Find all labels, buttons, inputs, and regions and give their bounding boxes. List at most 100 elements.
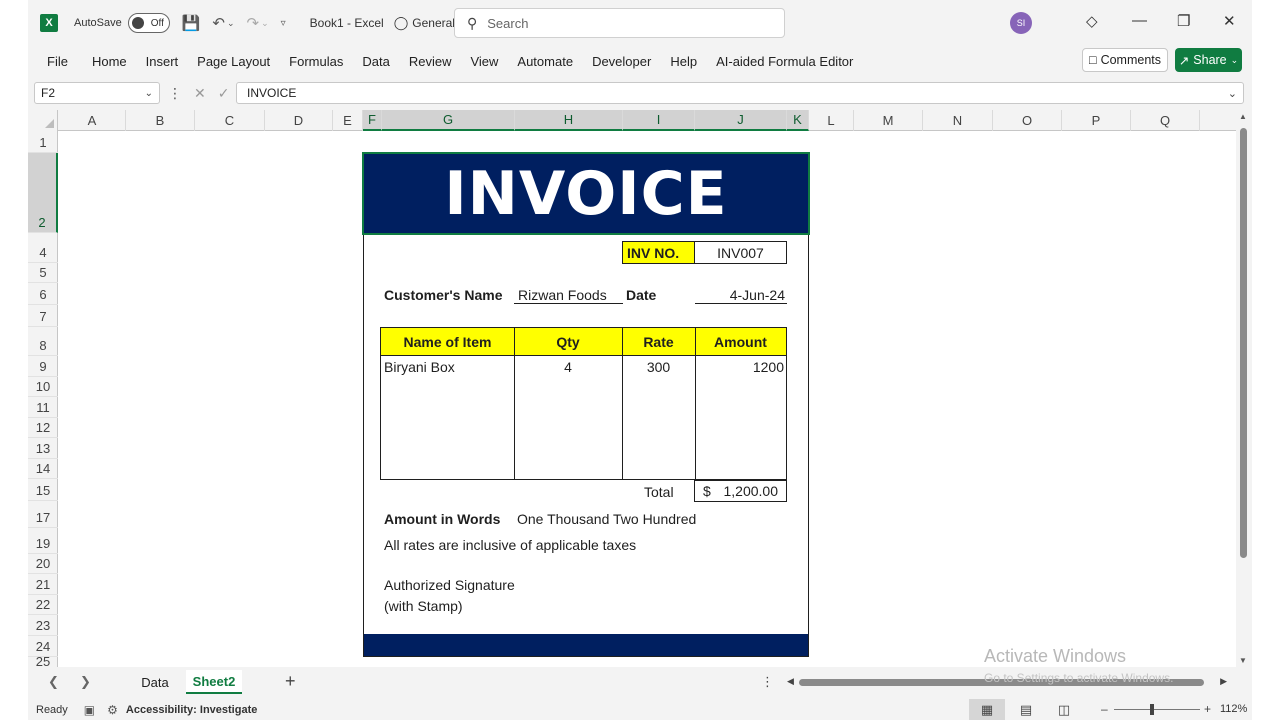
row-header[interactable]: 14 — [28, 459, 58, 479]
column-header[interactable]: I — [623, 110, 695, 131]
column-header[interactable]: N — [923, 110, 993, 131]
tab-developer[interactable]: Developer — [592, 54, 651, 69]
scroll-left-icon[interactable]: ◀ — [787, 676, 794, 687]
accessibility-status[interactable]: Accessibility: Investigate — [126, 704, 257, 716]
invoice-title[interactable]: INVOICE — [362, 152, 810, 235]
comments-button[interactable]: □ Comments — [1082, 48, 1168, 72]
row-header[interactable]: 5 — [28, 263, 58, 283]
column-header[interactable]: C — [195, 110, 265, 131]
tax-note[interactable]: All rates are inclusive of applicable ta… — [384, 537, 636, 553]
prev-sheet-icon[interactable]: ❮ — [48, 674, 59, 690]
item-name[interactable]: Biryani Box — [384, 359, 455, 375]
row-header[interactable]: 6 — [28, 283, 58, 305]
column-header[interactable]: D — [265, 110, 333, 131]
zoom-in-icon[interactable]: + — [1204, 702, 1211, 716]
date-value[interactable]: 4-Jun-24 — [695, 287, 787, 304]
cancel-icon[interactable]: ✕ — [194, 85, 206, 102]
accessibility-icon[interactable]: ⚙ — [107, 703, 118, 717]
row-header[interactable]: 22 — [28, 595, 58, 615]
more-options-icon[interactable]: ⋮ — [168, 85, 182, 102]
chevron-down-icon[interactable]: ⌄ — [145, 88, 153, 99]
row-header[interactable]: 21 — [28, 574, 58, 595]
avatar[interactable]: SI — [1010, 12, 1032, 34]
row-header[interactable]: 17 — [28, 501, 58, 528]
total-box[interactable]: $ 1,200.00 — [694, 480, 787, 502]
column-header[interactable]: M — [854, 110, 923, 131]
row-header[interactable]: 12 — [28, 418, 58, 438]
macro-recording-icon[interactable]: ▣ — [84, 703, 95, 717]
sensitivity-label[interactable]: ◯ General* — [394, 15, 460, 31]
normal-view-icon[interactable]: ▦ — [969, 699, 1005, 720]
sheet-tab-data[interactable]: Data — [132, 670, 178, 694]
row-header[interactable]: 23 — [28, 615, 58, 636]
redo-icon[interactable]: ↷ — [247, 14, 260, 32]
save-icon[interactable]: 💾 — [182, 14, 201, 32]
column-header[interactable]: P — [1062, 110, 1131, 131]
worksheet-grid[interactable]: A B C D E F G H I J K L M N O P Q R 1 2 … — [28, 110, 1252, 667]
more-options-icon[interactable]: ⋮ — [761, 674, 774, 690]
column-header[interactable]: L — [809, 110, 854, 131]
tab-formulas[interactable]: Formulas — [289, 54, 343, 69]
row-header[interactable]: 2 — [28, 153, 58, 233]
signature-label[interactable]: Authorized Signature — [384, 577, 515, 593]
page-layout-view-icon[interactable]: ▤ — [1008, 699, 1044, 720]
tab-help[interactable]: Help — [670, 54, 697, 69]
column-header[interactable]: B — [126, 110, 195, 131]
inv-no-value[interactable]: INV007 — [694, 241, 787, 264]
page-break-preview-icon[interactable]: ◫ — [1046, 699, 1082, 720]
tab-view[interactable]: View — [470, 54, 498, 69]
item-amount[interactable]: 1200 — [695, 359, 784, 375]
add-sheet-icon[interactable]: + — [285, 671, 296, 692]
share-button[interactable]: ↗ Share ⌄ — [1175, 48, 1242, 72]
row-header[interactable]: 10 — [28, 377, 58, 397]
row-header[interactable]: 7 — [28, 305, 58, 327]
tab-review[interactable]: Review — [409, 54, 452, 69]
row-header[interactable]: 25 — [28, 654, 58, 667]
row-header[interactable]: 19 — [28, 528, 58, 554]
column-header[interactable]: H — [515, 110, 623, 131]
customer-value[interactable]: Rizwan Foods — [514, 287, 623, 304]
column-header[interactable]: O — [993, 110, 1062, 131]
tab-page-layout[interactable]: Page Layout — [197, 54, 270, 69]
stamp-label[interactable]: (with Stamp) — [384, 598, 463, 614]
scroll-up-icon[interactable]: ▲ — [1239, 112, 1247, 121]
column-header[interactable]: K — [787, 110, 809, 131]
row-header[interactable]: 9 — [28, 356, 58, 377]
row-header[interactable]: 15 — [28, 479, 58, 501]
select-all-button[interactable] — [28, 110, 58, 131]
vertical-scrollbar[interactable]: ▲ ▼ — [1236, 110, 1252, 667]
tab-file[interactable]: File — [47, 54, 68, 69]
redo-dropdown-icon[interactable]: ⌄ — [261, 18, 269, 29]
column-header[interactable]: Q — [1131, 110, 1200, 131]
sheet-tab-sheet2[interactable]: Sheet2 — [186, 670, 242, 694]
autosave-toggle[interactable]: Off — [127, 13, 170, 33]
diamond-icon[interactable]: ◇ — [1086, 12, 1098, 30]
zoom-slider-knob[interactable] — [1150, 704, 1154, 715]
column-header[interactable]: J — [695, 110, 787, 131]
column-header[interactable]: F — [363, 110, 382, 131]
row-header[interactable]: 1 — [28, 131, 58, 153]
scroll-down-icon[interactable]: ▼ — [1239, 656, 1247, 665]
row-header[interactable]: 8 — [28, 327, 58, 356]
row-header[interactable]: 13 — [28, 438, 58, 459]
amount-words-value[interactable]: One Thousand Two Hundred — [517, 511, 696, 527]
tab-insert[interactable]: Insert — [146, 54, 179, 69]
enter-icon[interactable]: ✓ — [218, 85, 230, 102]
restore-icon[interactable]: ❐ — [1177, 12, 1190, 30]
zoom-slider[interactable] — [1114, 704, 1200, 715]
inv-no-label[interactable]: INV NO. — [622, 241, 695, 264]
column-header[interactable]: E — [333, 110, 363, 131]
zoom-out-icon[interactable]: – — [1101, 702, 1108, 716]
zoom-level[interactable]: 112% — [1220, 703, 1247, 715]
tab-ai-formula-editor[interactable]: AI-aided Formula Editor — [716, 54, 853, 69]
item-qty[interactable]: 4 — [514, 359, 622, 375]
scroll-right-icon[interactable]: ▶ — [1220, 676, 1227, 687]
tab-data[interactable]: Data — [362, 54, 389, 69]
search-box[interactable]: ⚲ Search — [454, 8, 785, 38]
column-header[interactable]: A — [59, 110, 126, 131]
formula-input[interactable]: INVOICE ⌄ — [236, 82, 1244, 104]
tab-automate[interactable]: Automate — [517, 54, 573, 69]
item-rate[interactable]: 300 — [622, 359, 695, 375]
undo-icon[interactable]: ↶ — [212, 14, 225, 32]
close-icon[interactable]: ✕ — [1223, 12, 1236, 30]
